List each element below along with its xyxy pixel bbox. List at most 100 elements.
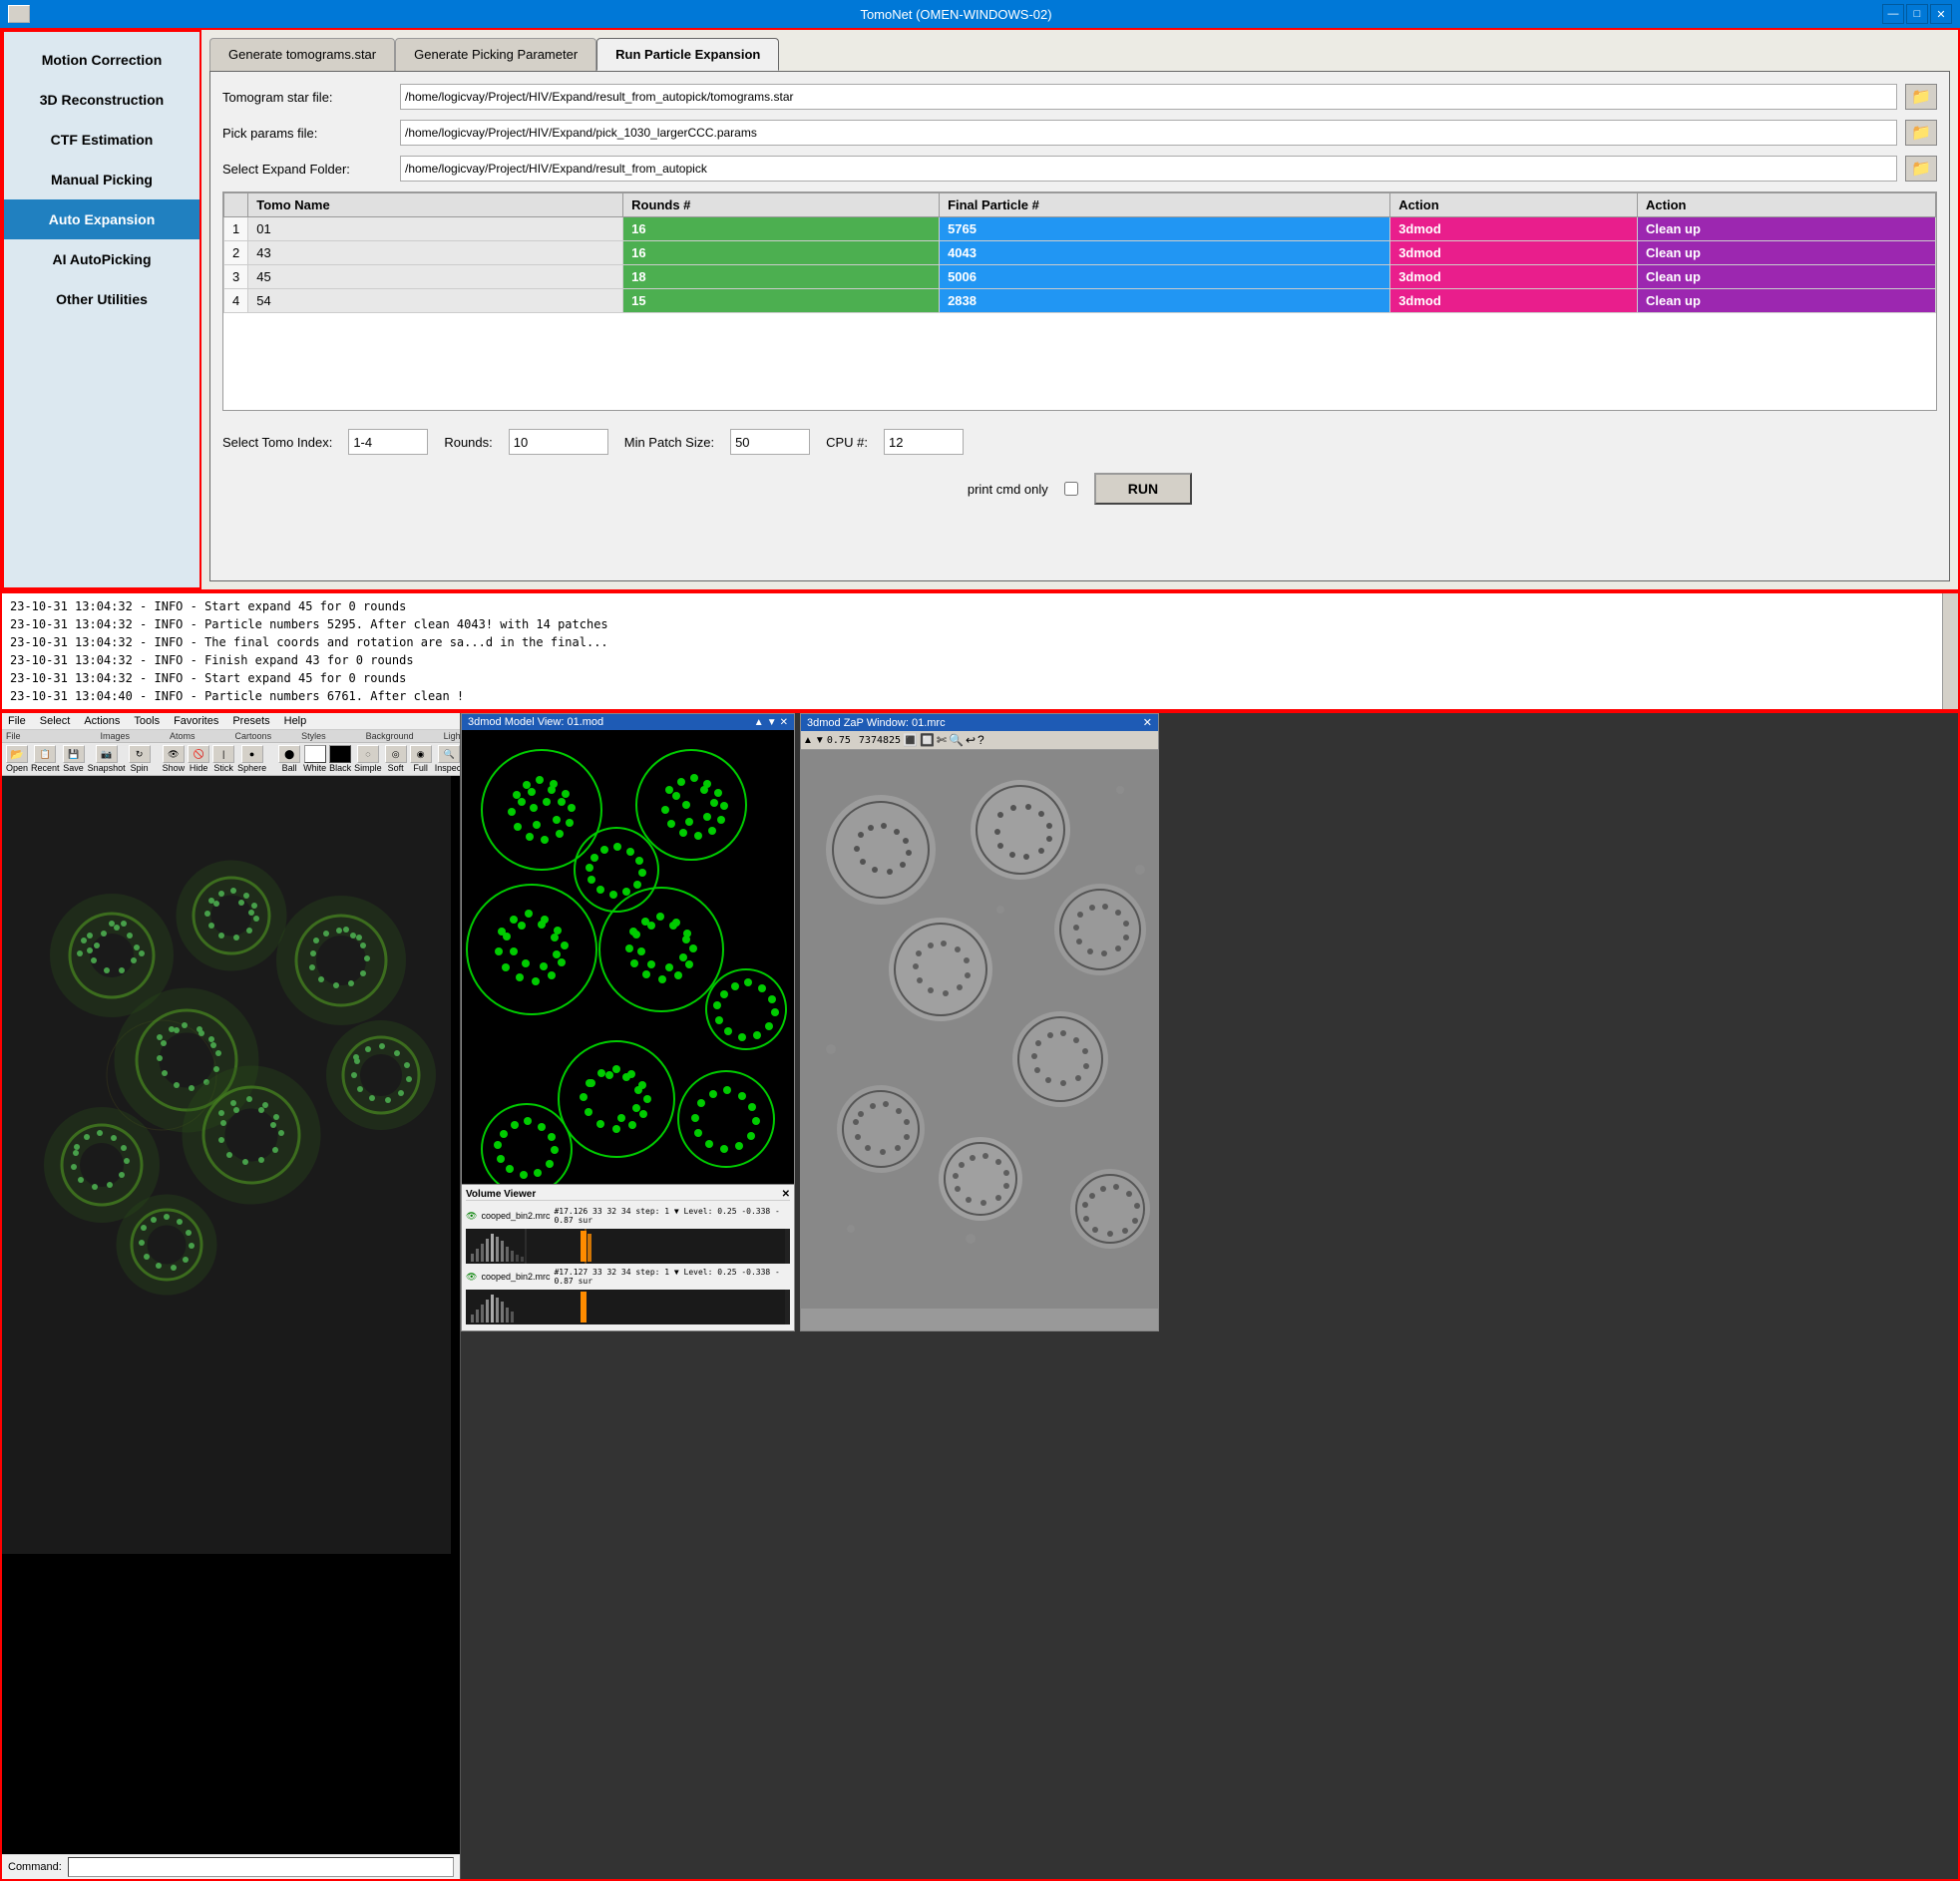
close-btn[interactable]: ✕ (1930, 4, 1952, 24)
sidebar-item-manual-picking[interactable]: Manual Picking (4, 160, 199, 199)
chimera-menu-help[interactable]: Help (284, 715, 307, 727)
zap-toolbar-up[interactable]: ▲ (803, 735, 813, 746)
log-scrollbar[interactable] (1942, 593, 1958, 709)
chimera-menu-presets[interactable]: Presets (232, 715, 269, 727)
chimera-toolbar-section-file: File (6, 731, 21, 741)
chimera-btn-simple[interactable]: ◌ Simple (354, 745, 382, 773)
chimera-btn-snapshot[interactable]: 📷 Snapshot (88, 745, 126, 773)
cell-action-3dmod[interactable]: 3dmod (1390, 265, 1638, 289)
zap-toolbar-icon-3[interactable]: ✄ (937, 733, 947, 747)
sidebar-item-ctf-estimation[interactable]: CTF Estimation (4, 120, 199, 160)
chimera-btn-spin[interactable]: ↻ Spin (129, 745, 151, 773)
sidebar-item-3d-reconstruction[interactable]: 3D Reconstruction (4, 80, 199, 120)
chimera-btn-recent[interactable]: 📋 Recent (31, 745, 60, 773)
tomogram-star-browse-btn[interactable]: 📁 (1905, 84, 1937, 110)
min-patch-input[interactable] (730, 429, 810, 455)
cpu-input[interactable] (884, 429, 964, 455)
cell-action-cleanup[interactable]: Clean up (1638, 265, 1936, 289)
model-view-up-btn[interactable]: ▲ (754, 717, 764, 728)
tomogram-star-row: Tomogram star file: 📁 (222, 84, 1937, 110)
chimera-btn-stick[interactable]: | Stick (212, 745, 234, 773)
sidebar-item-ai-autopicking[interactable]: AI AutoPicking (4, 239, 199, 279)
chimera-menu-tools[interactable]: Tools (134, 715, 160, 727)
zap-close-btn[interactable]: ✕ (1143, 716, 1152, 729)
zap-toolbar: ▲ ▼ 0.75 7374825 🔳 🔲 ✄ 🔍 ↩ ? (801, 731, 1158, 750)
tab-run-particle-expansion[interactable]: Run Particle Expansion (596, 38, 779, 71)
cell-action-3dmod[interactable]: 3dmod (1390, 241, 1638, 265)
chimera-btn-soft[interactable]: ◎ Soft (385, 745, 407, 773)
chimera-btn-ball[interactable]: ⬤ Ball (278, 745, 300, 773)
system-menu-icon[interactable] (8, 5, 30, 23)
expand-folder-input[interactable] (400, 156, 1897, 182)
zap-canvas[interactable] (801, 750, 1158, 1330)
model-view-close-btn[interactable]: ✕ (780, 717, 788, 728)
model-view-canvas[interactable] (462, 730, 794, 1184)
cell-action-cleanup[interactable]: Clean up (1638, 289, 1936, 313)
chimera-btn-white[interactable]: White (303, 745, 326, 773)
zap-toolbar-icon-1[interactable]: 🔳 (903, 733, 918, 747)
tab-generate-tomograms-star[interactable]: Generate tomograms.star (209, 38, 395, 71)
log-line: 23-10-31 13:04:32 - INFO - Start expand … (10, 597, 1950, 615)
chimera-toolbar-section-cartoons: Cartoons (235, 731, 272, 741)
maximize-btn[interactable]: □ (1906, 4, 1928, 24)
expand-folder-browse-btn[interactable]: 📁 (1905, 156, 1937, 182)
tab-generate-picking-parameter[interactable]: Generate Picking Parameter (395, 38, 596, 71)
chimera-btn-black[interactable]: Black (329, 745, 351, 773)
chimera-btn-save[interactable]: 💾 Save (63, 745, 85, 773)
cell-particles: 4043 (940, 241, 1390, 265)
chimera-btn-hide[interactable]: 🚫 Hide (188, 745, 209, 773)
sidebar-item-motion-correction[interactable]: Motion Correction (4, 40, 199, 80)
run-row: print cmd only RUN (222, 473, 1937, 505)
col-header-action2: Action (1638, 193, 1936, 217)
zap-toolbar-icon-6[interactable]: ? (978, 733, 984, 747)
cell-action-cleanup[interactable]: Clean up (1638, 217, 1936, 241)
chimera-command-input[interactable] (68, 1857, 454, 1877)
pick-params-input[interactable] (400, 120, 1897, 146)
pick-params-browse-btn[interactable]: 📁 (1905, 120, 1937, 146)
tomo-index-input[interactable] (348, 429, 428, 455)
tomogram-star-input[interactable] (400, 84, 1897, 110)
cell-action-cleanup[interactable]: Clean up (1638, 241, 1936, 265)
chimera-btn-open[interactable]: 📂 Open (6, 745, 28, 773)
rounds-input[interactable] (509, 429, 608, 455)
cell-action-3dmod[interactable]: 3dmod (1390, 217, 1638, 241)
chimera-btn-full[interactable]: ◉ Full (410, 745, 432, 773)
minimize-btn[interactable]: — (1882, 4, 1904, 24)
model-view-down-btn[interactable]: ▼ (767, 717, 777, 728)
chimera-menu-file[interactable]: File (8, 715, 26, 727)
zap-toolbar-down[interactable]: ▼ (815, 735, 825, 746)
log-section: 23-10-31 13:04:32 - INFO - Start expand … (0, 591, 1960, 711)
zap-toolbar-icon-5[interactable]: ↩ (966, 733, 976, 747)
zap-toolbar-icon-4[interactable]: 🔍 (949, 733, 964, 747)
sidebar-item-auto-expansion[interactable]: Auto Expansion (4, 199, 199, 239)
cell-particles: 2838 (940, 289, 1390, 313)
table-row: 3 45 18 5006 3dmod Clean up (224, 265, 1936, 289)
chimera-btn-show[interactable]: 👁 Show (163, 745, 186, 773)
log-line: 23-10-31 13:04:32 - INFO - The final coo… (10, 633, 1950, 651)
tomo-table: Tomo Name Rounds # Final Particle # Acti… (223, 192, 1936, 313)
zap-toolbar-icon-2[interactable]: 🔲 (920, 733, 935, 747)
chimera-canvas[interactable] (2, 776, 460, 1854)
run-button[interactable]: RUN (1094, 473, 1192, 505)
sidebar-item-other-utilities[interactable]: Other Utilities (4, 279, 199, 319)
volume-viewer-close[interactable]: ✕ (782, 1189, 790, 1200)
chimera-menu-favorites[interactable]: Favorites (174, 715, 218, 727)
chimera-btn-sphere[interactable]: ● Sphere (237, 745, 266, 773)
table-row: 4 54 15 2838 3dmod Clean up (224, 289, 1936, 313)
chimera-command-label: Command: (8, 1861, 62, 1873)
chimera-btn-inspect[interactable]: 🔍 Inspect (435, 745, 460, 773)
print-cmd-checkbox[interactable] (1064, 482, 1078, 496)
cell-num: 4 (224, 289, 248, 313)
model-view-viz (462, 730, 794, 1184)
volume-viewer-small: Volume Viewer ✕ 👁 cooped_bin2.mrc #17.12… (462, 1184, 794, 1330)
cell-action-3dmod[interactable]: 3dmod (1390, 289, 1638, 313)
chimera-menu-select[interactable]: Select (40, 715, 71, 727)
histogram-1-viz (466, 1229, 785, 1264)
print-cmd-label: print cmd only (968, 482, 1048, 497)
chimera-window: File Select Actions Tools Favorites Pres… (2, 713, 461, 1879)
col-header-final-particle: Final Particle # (940, 193, 1390, 217)
cell-num: 2 (224, 241, 248, 265)
chimera-menu-actions[interactable]: Actions (84, 715, 120, 727)
col-header-num (224, 193, 248, 217)
log-text: 23-10-31 13:04:32 - INFO - Start expand … (2, 593, 1958, 709)
